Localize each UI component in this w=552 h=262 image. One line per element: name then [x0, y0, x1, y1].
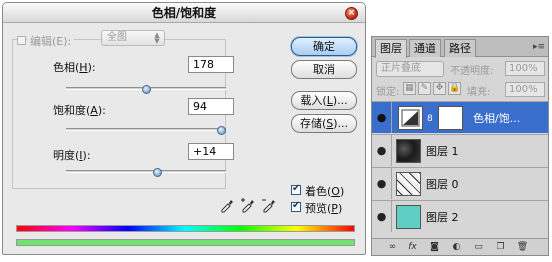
saturation-input[interactable]: 94	[188, 98, 234, 115]
chevron-updown-icon: ▲ ▼	[154, 31, 160, 45]
load-button[interactable]: 载入(L)...	[291, 91, 357, 110]
layer-thumbnail	[396, 139, 421, 163]
tab-layers[interactable]: 图层	[375, 39, 407, 58]
colorize-checkbox[interactable]	[291, 183, 301, 195]
edit-checkbox	[17, 36, 26, 45]
hue-input[interactable]: 178	[188, 56, 234, 73]
colorize-label: 着色(O)	[305, 185, 345, 198]
saturation-label: 饱和度(A):	[53, 104, 106, 117]
trash-icon[interactable]: 🗑	[516, 241, 529, 253]
source-spectrum-bar	[16, 225, 355, 232]
lightness-input[interactable]: +14	[188, 143, 234, 160]
lock-position-icon[interactable]: ✥	[433, 82, 446, 95]
layer-row-1[interactable]: ● 图层 1	[372, 134, 548, 166]
fill-label: 填充:	[467, 87, 491, 98]
eyedropper-icon[interactable]	[219, 197, 235, 213]
hue-label: 色相(H):	[53, 61, 96, 74]
tab-paths[interactable]: 路径	[444, 39, 476, 57]
save-button[interactable]: 存储(S)...	[291, 114, 357, 133]
link-layers-icon[interactable]: ∞	[386, 241, 399, 253]
layer-style-icon[interactable]: fx	[406, 241, 419, 253]
layer-thumbnail	[396, 205, 421, 229]
hue-slider-thumb[interactable]	[142, 85, 151, 94]
layer-name: 图层 2	[426, 211, 459, 224]
eye-icon[interactable]: ●	[375, 177, 388, 190]
opacity-input[interactable]: 100%	[505, 61, 545, 76]
eye-icon[interactable]: ●	[375, 210, 388, 223]
saturation-slider[interactable]	[66, 126, 227, 135]
lightness-label: 明度(I):	[53, 149, 91, 162]
preview-checkbox[interactable]	[291, 200, 301, 212]
layer-row-hue-saturation[interactable]: ● 8 色相/饱...	[372, 101, 548, 133]
lock-image-icon[interactable]: ✎	[418, 82, 431, 95]
adjustment-layer-icon[interactable]: ◐	[450, 241, 463, 253]
layer-name: 色相/饱...	[473, 112, 521, 125]
close-icon[interactable]: ×	[345, 7, 358, 20]
layers-panel: 图层 通道 路径 ▸≡ 正片叠底 不透明度: 100% 锁定: ▦ ✎ ✥ 🔒 …	[371, 36, 549, 256]
opacity-label: 不透明度:	[450, 66, 494, 77]
group-folder-icon[interactable]: ▭	[472, 241, 485, 253]
lock-all-icon[interactable]: 🔒	[448, 82, 461, 95]
panel-menu-icon[interactable]: ▸≡	[532, 41, 546, 53]
eyedropper-plus-icon[interactable]	[240, 197, 256, 213]
new-layer-icon[interactable]: ❐	[494, 241, 507, 253]
hue-slider[interactable]	[66, 85, 226, 94]
panel-tabs: 图层 通道 路径 ▸≡	[372, 37, 548, 58]
layer-row-2[interactable]: ● 图层 2	[372, 200, 548, 232]
panel-footer: ∞ fx ◙ ◐ ▭ ❐ 🗑	[372, 238, 548, 255]
eyedropper-minus-icon[interactable]	[261, 197, 277, 213]
lock-transparent-icon[interactable]: ▦	[403, 82, 416, 95]
edit-label: 编辑(E):	[27, 33, 75, 49]
add-mask-icon[interactable]: ◙	[428, 241, 441, 253]
tab-channels[interactable]: 通道	[409, 39, 441, 57]
lightness-slider[interactable]	[66, 168, 226, 177]
dialog-titlebar[interactable]: 色相/饱和度	[3, 3, 365, 23]
ok-button[interactable]: 确定	[291, 37, 357, 56]
hue-saturation-dialog: 色相/饱和度 × 编辑(E): 全图 ▲ ▼ 色相(H): 178 饱和度(A):…	[2, 2, 366, 255]
link-icon: 8	[427, 114, 433, 124]
layer-name: 图层 0	[426, 178, 459, 191]
dialog-title: 色相/饱和度	[151, 6, 217, 20]
layer-mask-thumbnail	[438, 106, 463, 130]
edit-select-value: 全图	[107, 32, 127, 43]
layer-row-0[interactable]: ● 图层 0	[372, 167, 548, 199]
fill-input[interactable]: 100%	[505, 82, 545, 97]
eye-icon[interactable]: ●	[375, 111, 388, 124]
preview-label: 预览(P)	[305, 202, 343, 215]
lock-label: 锁定:	[376, 87, 400, 98]
adjustment-layer-thumbnail	[398, 106, 423, 130]
layer-thumbnail	[396, 172, 421, 196]
result-spectrum-bar	[16, 239, 355, 246]
blend-mode-select[interactable]: 正片叠底	[376, 61, 444, 77]
eye-icon[interactable]: ●	[375, 144, 388, 157]
layer-name: 图层 1	[426, 145, 459, 158]
edit-select[interactable]: 全图 ▲ ▼	[101, 30, 165, 46]
cancel-button[interactable]: 取消	[291, 60, 357, 79]
